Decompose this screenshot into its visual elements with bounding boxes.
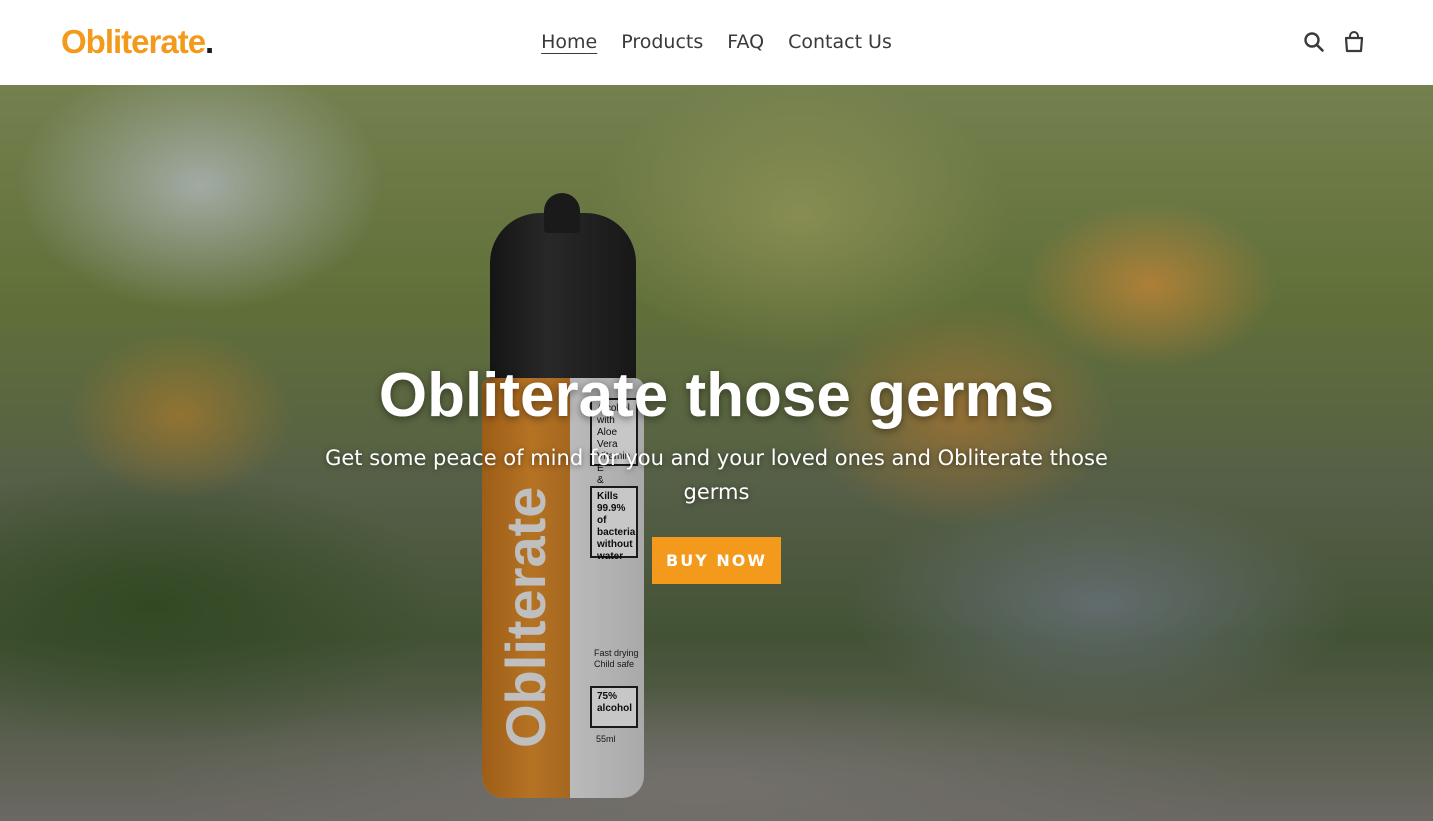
hero-content: Obliterate those germs Get some peace of…: [316, 85, 1117, 821]
site-header: Obliterate. Home Products FAQ Contact Us: [0, 0, 1433, 85]
header-icons: [1303, 30, 1365, 54]
nav-contact-us[interactable]: Contact Us: [788, 28, 892, 56]
hero-title: Obliterate those germs: [378, 361, 1055, 430]
hero-subtitle: Get some peace of mind for you and your …: [325, 446, 1108, 504]
buy-now-button[interactable]: BUY NOW: [652, 537, 781, 584]
cart-icon[interactable]: [1343, 30, 1365, 54]
nav-faq[interactable]: FAQ: [727, 28, 764, 56]
nav-home[interactable]: Home: [541, 28, 597, 56]
search-icon[interactable]: [1303, 30, 1325, 54]
nav-products[interactable]: Products: [621, 28, 703, 56]
main-nav: Home Products FAQ Contact Us: [0, 28, 1433, 58]
hero-banner: Obliterate Alcohol with Aloe Vera Vitami…: [0, 85, 1433, 821]
